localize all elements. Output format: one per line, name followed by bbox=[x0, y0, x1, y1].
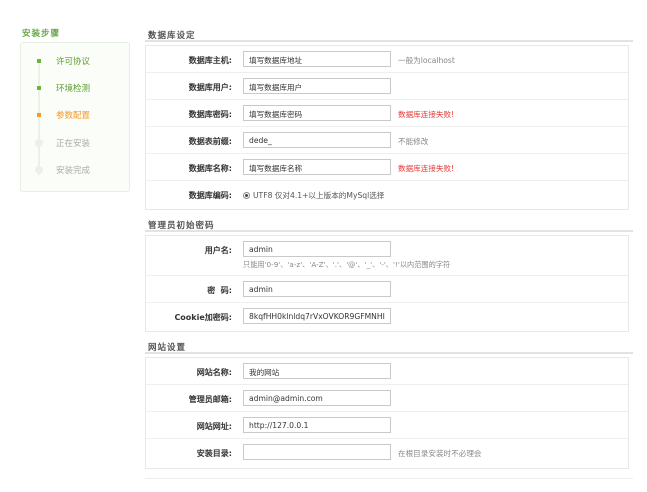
site-name-row: 网站名称: 我的网站 bbox=[146, 358, 628, 385]
step-label: 正在安装 bbox=[56, 139, 91, 149]
site-name-input[interactable]: 我的网站 bbox=[243, 363, 391, 379]
admin-user-hint: 只能用'0-9'、'a-z'、'A-Z'、'.'、'@'、'_'、'-'、'!'… bbox=[243, 260, 451, 269]
step-label: 环境检测 bbox=[56, 84, 91, 94]
admin-email-input[interactable]: admin@admin.com bbox=[243, 390, 391, 406]
db-host-input[interactable]: 填写数据库地址 bbox=[243, 51, 391, 67]
admin-pass-row: 密 码: admin bbox=[146, 276, 628, 303]
db-charset-row: 数据库编码: UTF8 仅对4.1+以上版本的MySql选择 bbox=[146, 181, 628, 208]
step-finished: 安装完成 bbox=[34, 164, 90, 176]
db-user-input[interactable]: 填写数据库用户 bbox=[243, 78, 391, 94]
step-done-icon bbox=[34, 57, 43, 66]
db-charset-text: UTF8 仅对4.1+以上版本的MySql选择 bbox=[253, 191, 385, 200]
db-prefix-input[interactable]: dede_ bbox=[243, 132, 391, 148]
db-name-error: 数据库连接失败! bbox=[398, 164, 455, 173]
install-dir-row: 安装目录: 在根目录安装时不必理会 bbox=[146, 439, 628, 466]
admin-email-row: 管理员邮箱: admin@admin.com bbox=[146, 385, 628, 412]
db-user-label: 数据库用户: bbox=[188, 83, 232, 92]
site-url-label: 网站网址: bbox=[196, 422, 232, 431]
site-name-label: 网站名称: bbox=[196, 368, 232, 377]
cookie-row: Cookie加密码: 8kqfHH0klnldq7rVxOVKOR9GFMNHI bbox=[146, 303, 628, 330]
admin-user-label: 用户名: bbox=[204, 246, 232, 255]
db-host-row: 数据库主机: 填写数据库地址 一般为localhost bbox=[146, 46, 628, 73]
step-label: 参数配置 bbox=[56, 111, 91, 121]
site-url-input[interactable]: http://127.0.0.1 bbox=[243, 417, 391, 433]
install-dir-tip: 在根目录安装时不必理会 bbox=[398, 449, 482, 458]
db-name-input[interactable]: 填写数据库名称 bbox=[243, 159, 391, 175]
step-config: 参数配置 bbox=[34, 109, 90, 121]
db-host-tip: 一般为localhost bbox=[398, 56, 455, 65]
db-charset-label: 数据库编码: bbox=[188, 191, 232, 200]
db-user-row: 数据库用户: 填写数据库用户 bbox=[146, 73, 628, 100]
step-env-check: 环境检测 bbox=[34, 82, 90, 94]
step-pending-icon bbox=[34, 166, 43, 175]
cookie-label: Cookie加密码: bbox=[174, 313, 232, 322]
db-pass-input[interactable]: 填写数据库密码 bbox=[243, 105, 391, 121]
db-name-row: 数据库名称: 填写数据库名称 数据库连接失败! bbox=[146, 154, 628, 181]
sidebar-title: 安装步骤 bbox=[22, 29, 61, 39]
db-pass-error: 数据库连接失败! bbox=[398, 110, 455, 119]
db-prefix-label: 数据表前缀: bbox=[188, 137, 232, 146]
section-rule bbox=[145, 40, 633, 42]
db-name-label: 数据库名称: bbox=[188, 164, 232, 173]
db-prefix-row: 数据表前缀: dede_ 不能修改 bbox=[146, 127, 628, 154]
admin-email-label: 管理员邮箱: bbox=[188, 395, 232, 404]
section-rule bbox=[145, 230, 633, 232]
install-dir-input[interactable] bbox=[243, 444, 391, 460]
step-label: 安装完成 bbox=[56, 166, 91, 176]
section-rule bbox=[145, 352, 633, 354]
step-active-icon bbox=[34, 111, 43, 120]
radio-checked-icon[interactable] bbox=[243, 192, 250, 199]
db-charset-radio[interactable]: UTF8 仅对4.1+以上版本的MySql选择 bbox=[243, 190, 384, 201]
step-done-icon bbox=[34, 84, 43, 93]
cookie-input[interactable]: 8kqfHH0klnldq7rVxOVKOR9GFMNHI bbox=[243, 308, 391, 324]
install-dir-label: 安装目录: bbox=[196, 449, 232, 458]
db-pass-label: 数据库密码: bbox=[188, 110, 232, 119]
site-url-row: 网站网址: http://127.0.0.1 bbox=[146, 412, 628, 439]
step-license: 许可协议 bbox=[34, 55, 90, 67]
db-prefix-tip: 不能修改 bbox=[398, 137, 429, 146]
step-installing: 正在安装 bbox=[34, 137, 90, 149]
admin-user-row: 用户名: admin 只能用'0-9'、'a-z'、'A-Z'、'.'、'@'、… bbox=[146, 236, 628, 276]
db-host-label: 数据库主机: bbox=[188, 56, 232, 65]
bottom-rule bbox=[145, 478, 633, 479]
admin-pass-input[interactable]: admin bbox=[243, 281, 391, 297]
db-pass-row: 数据库密码: 填写数据库密码 数据库连接失败! bbox=[146, 100, 628, 127]
admin-user-input[interactable]: admin bbox=[243, 241, 391, 257]
step-label: 许可协议 bbox=[56, 57, 91, 67]
admin-pass-label: 密 码: bbox=[207, 286, 232, 295]
step-pending-icon bbox=[34, 139, 43, 148]
